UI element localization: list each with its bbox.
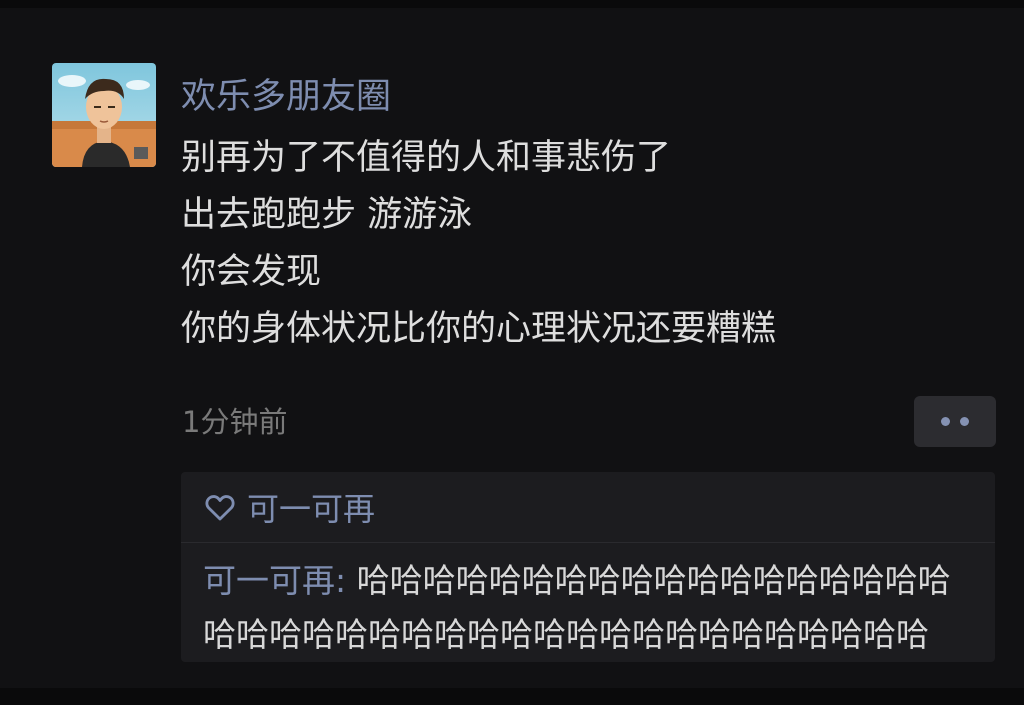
top-frame-edge bbox=[0, 0, 1024, 8]
comment-item[interactable]: 可一可再: 哈哈哈哈哈哈哈哈哈哈哈哈哈哈哈哈哈哈哈哈哈哈哈哈哈哈哈哈哈哈哈哈哈哈… bbox=[203, 554, 983, 662]
comment-author[interactable]: 可一可再 bbox=[203, 561, 335, 600]
more-dots-icon bbox=[960, 417, 969, 426]
post-text-line: 出去跑跑步 游游泳 bbox=[181, 195, 473, 235]
heart-outline-icon bbox=[203, 490, 237, 524]
comment-separator: : bbox=[335, 561, 357, 600]
avatar-image bbox=[52, 63, 156, 167]
post-text-line: 别再为了不值得的人和事悲伤了 bbox=[181, 138, 672, 178]
post-text-line: 你会发现 bbox=[181, 252, 322, 292]
more-dots-icon bbox=[941, 417, 950, 426]
post-timestamp: 1分钟前 bbox=[182, 405, 288, 439]
like-user-name[interactable]: 可一可再 bbox=[247, 484, 375, 530]
post-text-line: 你的身体状况比你的心理状况还要糟糕 bbox=[181, 309, 777, 349]
bottom-frame-edge bbox=[0, 688, 1024, 705]
more-actions-button[interactable] bbox=[914, 396, 996, 447]
likes-row: 可一可再 bbox=[181, 472, 995, 543]
avatar[interactable] bbox=[52, 63, 156, 167]
post-author-name[interactable]: 欢乐多朋友圈 bbox=[181, 74, 391, 120]
post-content: 别再为了不值得的人和事悲伤了 出去跑跑步 游游泳 你会发现 你的身体状况比你的心… bbox=[181, 130, 981, 358]
interaction-panel: 可一可再 可一可再: 哈哈哈哈哈哈哈哈哈哈哈哈哈哈哈哈哈哈哈哈哈哈哈哈哈哈哈哈哈… bbox=[181, 472, 995, 662]
